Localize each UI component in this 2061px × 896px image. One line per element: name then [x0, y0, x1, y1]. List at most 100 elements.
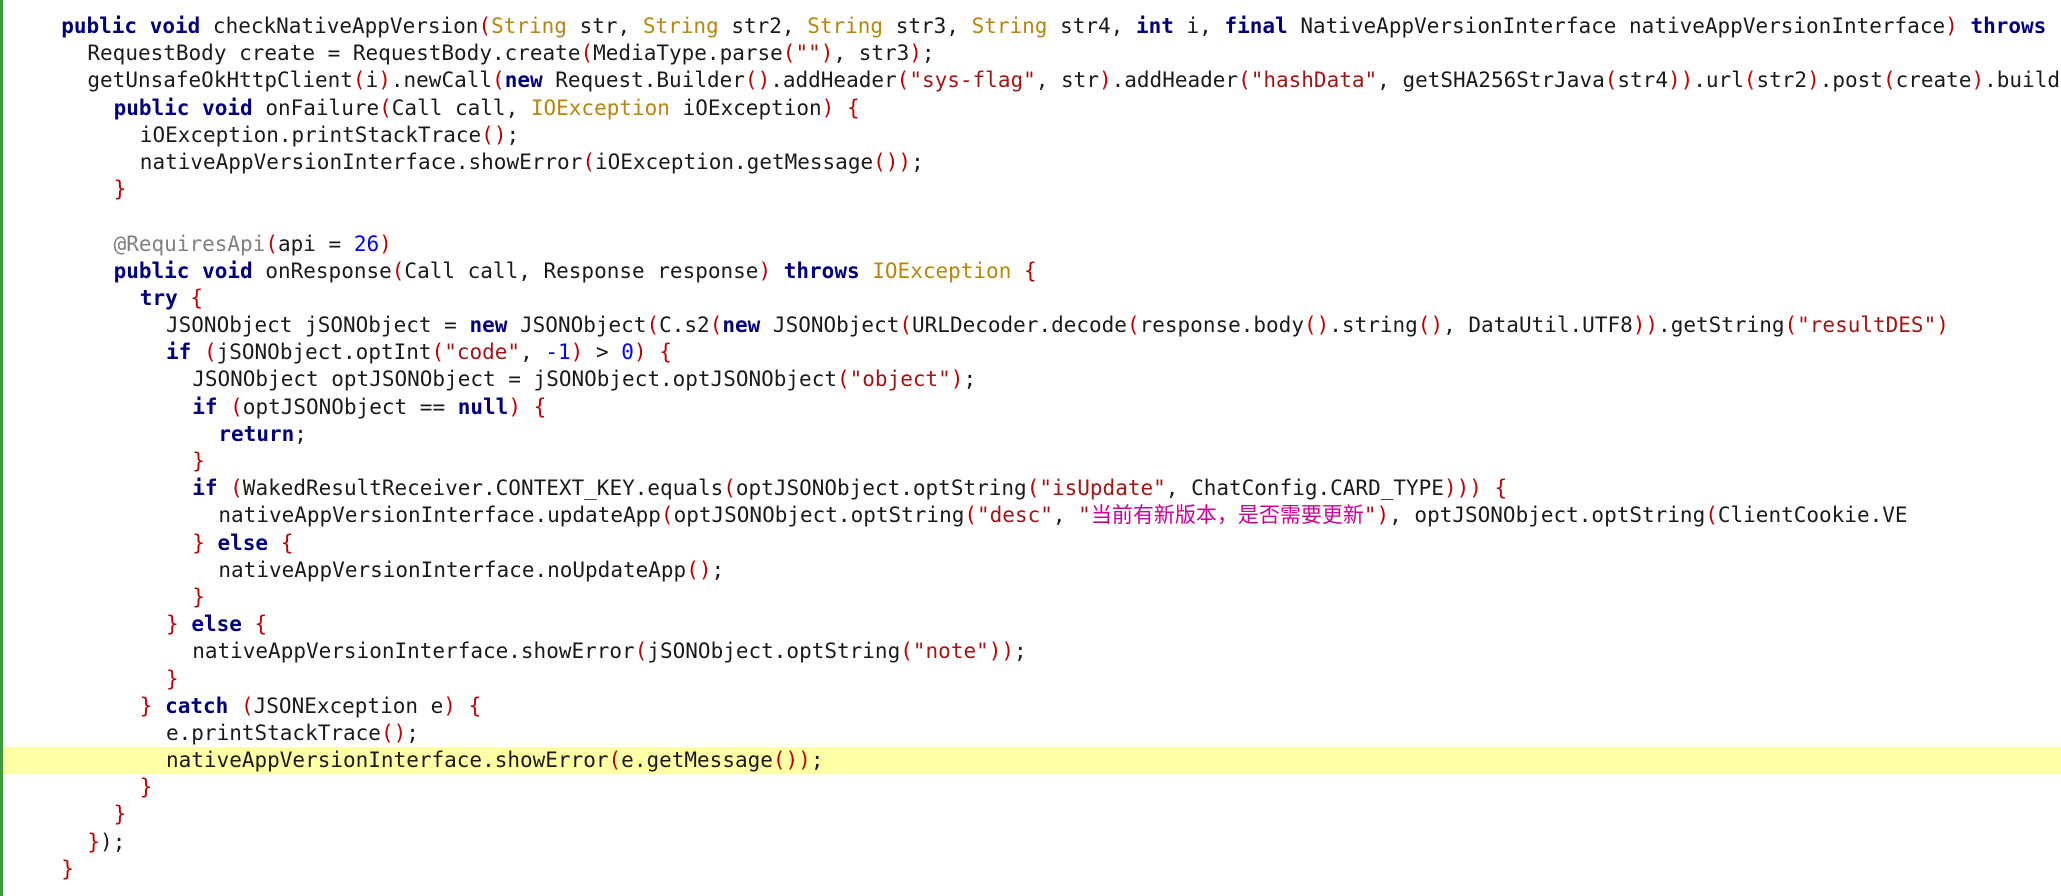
code-token: .addHeader: [1111, 68, 1239, 93]
code-token: ): [379, 231, 392, 256]
code-token: {: [468, 693, 482, 718]
code-token: ;: [112, 829, 126, 854]
code-line-text: getUnsafeOkHttpClient(i).newCall(new Req…: [87, 67, 2060, 94]
code-token: (: [646, 313, 660, 338]
code-token: new: [504, 68, 543, 93]
code-line[interactable]: }: [3, 856, 2061, 883]
code-line-text: }: [61, 856, 74, 883]
code-line[interactable]: JSONObject optJSONObject = jSONObject.op…: [3, 366, 2061, 393]
code-token: URLDecoder.decode: [912, 313, 1127, 338]
code-token: null: [457, 394, 509, 419]
code-token: nativeAppVersionInterface.updateApp: [218, 503, 661, 528]
code-token: MediaType.parse: [593, 41, 783, 66]
code-line[interactable]: nativeAppVersionInterface.showError(iOEx…: [3, 149, 2061, 176]
code-line-text: try {: [140, 285, 203, 312]
code-token: ": [1078, 503, 1091, 528]
code-token: (: [900, 639, 913, 664]
code-token: ;: [406, 720, 419, 745]
code-line[interactable]: RequestBody create = RequestBody.create(…: [3, 40, 2061, 67]
code-token: )): [1632, 313, 1659, 338]
code-token: )): [1667, 68, 1694, 93]
code-token: (: [230, 476, 243, 501]
code-line[interactable]: return;: [3, 421, 2061, 448]
code-line[interactable]: } else {: [3, 530, 2061, 557]
code-token: ): [100, 829, 113, 854]
code-line[interactable]: } catch (JSONException e) {: [3, 693, 2061, 720]
code-token: (: [580, 41, 594, 66]
code-line-text: nativeAppVersionInterface.updateApp(optJ…: [218, 502, 1907, 529]
code-line[interactable]: public void onResponse(Call call, Respon…: [3, 258, 2061, 285]
code-line[interactable]: }: [3, 801, 2061, 828]
code-token: str2: [1756, 68, 1808, 93]
code-token: void: [149, 14, 201, 38]
code-token: (: [964, 503, 978, 528]
code-token: (: [1784, 313, 1798, 338]
code-line[interactable]: nativeAppVersionInterface.updateApp(optJ…: [3, 502, 2061, 529]
code-token: (: [1705, 503, 1718, 528]
code-token: (: [391, 258, 405, 283]
code-token: )): [988, 639, 1015, 664]
code-line-text: if (jSONObject.optInt("code", -1) > 0) {: [166, 339, 672, 366]
code-token: IOException: [530, 95, 670, 120]
code-line[interactable]: [3, 203, 2061, 230]
code-token: ()): [772, 748, 811, 773]
code-token: (: [1882, 68, 1896, 93]
code-line[interactable]: }: [3, 774, 2061, 801]
code-line[interactable]: @RequiresApi(api = 26): [3, 231, 2061, 258]
code-token: str,: [566, 14, 643, 38]
code-token: (: [899, 313, 913, 338]
code-line[interactable]: iOException.printStackTrace();: [3, 122, 2061, 149]
code-token: str4,: [1047, 14, 1136, 38]
code-token: ()): [873, 149, 912, 174]
code-line[interactable]: JSONObject jSONObject = new JSONObject(C…: [3, 312, 2061, 339]
code-token: str3,: [883, 14, 972, 38]
code-line[interactable]: }: [3, 448, 2061, 475]
code-line[interactable]: public void checkNativeAppVersion(String…: [3, 13, 2061, 40]
code-token: ): [443, 693, 456, 718]
code-token: {: [1024, 258, 1037, 283]
code-line[interactable]: });: [3, 829, 2061, 856]
code-token: ,: [1052, 503, 1079, 528]
code-line[interactable]: nativeAppVersionInterface.showError(e.ge…: [3, 747, 2061, 775]
code-token: }: [113, 177, 127, 202]
code-token: return: [218, 421, 295, 446]
code-line-text: } else {: [192, 530, 293, 557]
code-token: , str: [1035, 68, 1099, 93]
code-token: }: [139, 775, 153, 800]
code-token: "desc": [977, 503, 1053, 528]
code-token: (): [744, 68, 771, 93]
code-line-text: }: [192, 448, 205, 475]
code-line[interactable]: nativeAppVersionInterface.noUpdateApp();: [3, 557, 2061, 584]
code-token: @RequiresApi: [113, 231, 266, 256]
code-line[interactable]: if (jSONObject.optInt("code", -1) > 0) {: [3, 339, 2061, 366]
code-line[interactable]: }: [3, 584, 2061, 611]
code-line[interactable]: e.printStackTrace();: [3, 720, 2061, 747]
code-line[interactable]: } else {: [3, 611, 2061, 638]
code-line[interactable]: getUnsafeOkHttpClient(i).newCall(new Req…: [3, 67, 2061, 94]
code-line[interactable]: }: [3, 176, 2061, 203]
code-token: optJSONObject ==: [242, 394, 458, 419]
code-line[interactable]: }: [3, 666, 2061, 693]
code-token: , getSHA256StrJava: [1377, 68, 1605, 93]
code-token: }: [192, 449, 205, 473]
code-token: i: [365, 68, 379, 93]
code-line[interactable]: if (WakedResultReceiver.CONTEXT_KEY.equa…: [3, 475, 2061, 502]
code-line[interactable]: public void onFailure(Call call, IOExcep…: [3, 95, 2061, 122]
code-token: 0: [621, 340, 634, 365]
code-token: new: [722, 313, 761, 338]
code-line[interactable]: try {: [3, 285, 2061, 312]
code-lines: public void checkNativeAppVersion(String…: [3, 13, 2061, 883]
code-token: ): [1936, 313, 1949, 338]
code-token: if: [192, 476, 218, 501]
code-line[interactable]: if (optJSONObject == null) {: [3, 394, 2061, 421]
code-editor[interactable]: public void checkNativeAppVersion(String…: [0, 0, 2061, 896]
code-line[interactable]: nativeAppVersionInterface.showError(jSON…: [3, 638, 2061, 665]
code-token: (: [896, 68, 910, 93]
code-token: }: [192, 584, 205, 609]
code-token: , DataUtil.UTF8: [1443, 313, 1633, 338]
code-line-text: }: [140, 774, 153, 801]
